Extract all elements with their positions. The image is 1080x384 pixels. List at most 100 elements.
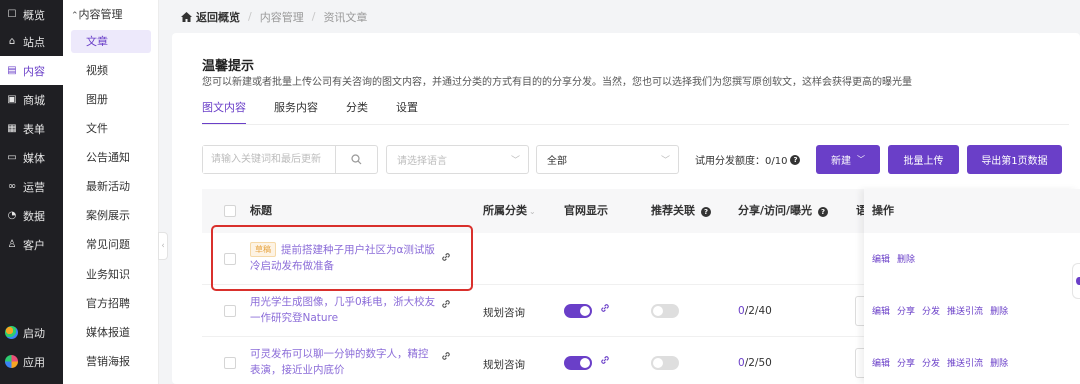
delete-link[interactable]: 删除 bbox=[990, 307, 1008, 317]
nav-item-customer[interactable]: ♙ 客户 bbox=[0, 230, 63, 259]
search-icon bbox=[351, 154, 362, 165]
article-title-link[interactable]: 用光学生成图像，几乎0耗电，浙大校友 一作研究登Nature bbox=[250, 294, 440, 326]
search-input[interactable] bbox=[203, 146, 335, 173]
submenu-item-posters[interactable]: 营销海报 bbox=[71, 350, 151, 373]
status-select[interactable]: 全部 ﹀ bbox=[536, 145, 679, 174]
submenu-item-video[interactable]: 视频 bbox=[71, 59, 151, 82]
col-category[interactable]: 所属分类 ⌄ bbox=[483, 189, 536, 233]
push-traffic-link[interactable]: 推送引流 bbox=[947, 359, 983, 369]
chevron-down-icon: ﹀ bbox=[510, 156, 520, 166]
breadcrumb-item-current: 资讯文章 bbox=[323, 10, 368, 24]
tab-article-content[interactable]: 图文内容 bbox=[202, 99, 246, 125]
site-display-toggle[interactable] bbox=[564, 304, 592, 318]
quota-label: 试用分发额度：0/10 ? bbox=[695, 152, 801, 167]
chevron-down-icon: ﹀ bbox=[660, 156, 670, 166]
col-recommend: 推荐关联? bbox=[651, 189, 711, 233]
home-icon: ⌂ bbox=[8, 36, 16, 47]
nav-item-operations[interactable]: ∞ 运营 bbox=[0, 172, 63, 201]
nav-item-shop[interactable]: ▣ 商城 bbox=[0, 85, 63, 114]
submenu-item-knowledge[interactable]: 业务知识 bbox=[71, 263, 151, 286]
row-checkbox[interactable] bbox=[224, 357, 236, 369]
apps-icon bbox=[5, 355, 18, 368]
chevron-left-icon: ‹ bbox=[161, 241, 165, 251]
nav-item-site[interactable]: ⌂ 站点 bbox=[0, 27, 63, 56]
link-icon: ∞ bbox=[7, 181, 17, 192]
bulk-upload-button[interactable]: 批量上传 bbox=[888, 145, 959, 174]
col-stats: 分享/访问/曝光? bbox=[738, 189, 829, 233]
submenu-item-article[interactable]: 文章 bbox=[71, 30, 151, 53]
nav-item-form[interactable]: ▦ 表单 bbox=[0, 114, 63, 143]
submenu-item-notice[interactable]: 公告通知 bbox=[71, 146, 151, 169]
delete-link[interactable]: 删除 bbox=[990, 359, 1008, 369]
operations-column: 操作 编辑 删除 编辑 分享 分发 推送引流 删除 编辑 分享 分发 推送引流 删除 bbox=[864, 189, 1080, 384]
share-link[interactable]: 分享 bbox=[897, 307, 915, 317]
share-link[interactable]: 分享 bbox=[897, 359, 915, 369]
link-icon[interactable] bbox=[440, 298, 452, 313]
edit-link[interactable]: 编辑 bbox=[872, 255, 890, 265]
tip-title: 温馨提示 bbox=[202, 59, 255, 74]
search-button[interactable] bbox=[335, 146, 377, 173]
breadcrumb-item-content[interactable]: 内容管理 bbox=[260, 9, 304, 25]
main-nav: ☐ 概览 ⌂ 站点 ▤ 内容 ▣ 商城 ▦ 表单 ▭ 媒体 ∞ 运营 ◔ 数据 ♙ 客户 启动 应… bbox=[0, 0, 63, 384]
link-icon[interactable] bbox=[599, 354, 611, 369]
submenu-item-press[interactable]: 媒体报道 bbox=[71, 321, 151, 344]
nav-item-media[interactable]: ▭ 媒体 bbox=[0, 143, 63, 172]
tab-category[interactable]: 分类 bbox=[346, 99, 368, 125]
tab-settings[interactable]: 设置 bbox=[396, 99, 418, 125]
document-icon: ▤ bbox=[7, 65, 17, 76]
breadcrumb-home[interactable]: 返回概览 bbox=[181, 9, 240, 25]
distribute-link[interactable]: 分发 bbox=[922, 359, 940, 369]
help-icon[interactable]: ? bbox=[818, 207, 829, 217]
export-button[interactable]: 导出第1页数据 bbox=[967, 145, 1062, 174]
language-select[interactable]: 请选择语言 ﹀ bbox=[386, 145, 529, 174]
nav-item-launch[interactable]: 启动 bbox=[0, 318, 63, 347]
edit-link[interactable]: 编辑 bbox=[872, 359, 890, 369]
help-icon[interactable]: ? bbox=[790, 154, 801, 165]
content-card: 温馨提示 您可以新建或者批量上传公司有关咨询的图文内容，并通过分类的方式有目的的… bbox=[172, 33, 1080, 384]
submenu-item-faq[interactable]: 常见问题 bbox=[71, 233, 151, 256]
recommend-toggle[interactable] bbox=[651, 304, 679, 318]
row-actions: 编辑 分享 分发 推送引流 删除 bbox=[872, 356, 1015, 369]
link-icon[interactable] bbox=[599, 302, 611, 317]
shop-icon: ▣ bbox=[7, 94, 17, 105]
highlight-annotation bbox=[211, 225, 473, 291]
form-icon: ▦ bbox=[7, 123, 17, 134]
distribute-link[interactable]: 分发 bbox=[922, 307, 940, 317]
side-panel-tab[interactable] bbox=[1072, 263, 1080, 299]
submenu-header[interactable]: ⌃内容管理 bbox=[71, 6, 123, 22]
submenu-item-cases[interactable]: 案例展示 bbox=[71, 204, 151, 227]
delete-link[interactable]: 删除 bbox=[897, 255, 915, 265]
submenu-item-jobs[interactable]: 官方招聘 bbox=[71, 292, 151, 315]
select-all-checkbox[interactable] bbox=[224, 205, 236, 217]
chevron-down-icon: ﹀ bbox=[857, 155, 865, 164]
nav-item-data[interactable]: ◔ 数据 bbox=[0, 201, 63, 230]
help-icon[interactable]: ? bbox=[701, 207, 711, 217]
collapse-sidebar-handle[interactable]: ‹ bbox=[158, 232, 168, 260]
filter-icon: ⌄ bbox=[529, 207, 536, 216]
edit-link[interactable]: 编辑 bbox=[872, 307, 890, 317]
recommend-toggle[interactable] bbox=[651, 356, 679, 370]
stats-cell: 0/2/50 bbox=[738, 357, 772, 369]
chevron-up-icon: ⌃ bbox=[71, 11, 79, 21]
nav-item-apps[interactable]: 应用 bbox=[0, 347, 63, 376]
nav-item-overview[interactable]: ☐ 概览 bbox=[0, 0, 63, 29]
breadcrumb: 返回概览 / 内容管理 / 资讯文章 bbox=[172, 0, 1080, 33]
push-traffic-link[interactable]: 推送引流 bbox=[947, 307, 983, 317]
link-icon[interactable] bbox=[440, 350, 452, 365]
category-cell: 规划咨询 bbox=[483, 307, 525, 319]
tab-service-content[interactable]: 服务内容 bbox=[274, 99, 318, 125]
submenu-item-file[interactable]: 文件 bbox=[71, 117, 151, 140]
submenu-item-events[interactable]: 最新活动 bbox=[71, 175, 151, 198]
col-site-display: 官网显示 bbox=[564, 204, 608, 217]
row-actions: 编辑 删除 bbox=[872, 252, 922, 265]
search-box bbox=[202, 145, 378, 174]
row-checkbox[interactable] bbox=[224, 305, 236, 317]
article-title-link[interactable]: 可灵发布可以聊一分钟的数字人，精控 表演，接近业内底价 bbox=[250, 346, 440, 378]
category-cell: 规划咨询 bbox=[483, 359, 525, 371]
tip-description: 您可以新建或者批量上传公司有关咨询的图文内容，并通过分类的方式有目的的分享分发。… bbox=[202, 77, 912, 88]
nav-item-content[interactable]: ▤ 内容 bbox=[0, 56, 63, 85]
site-display-toggle[interactable] bbox=[564, 356, 592, 370]
create-button[interactable]: 新建 ﹀ bbox=[816, 145, 880, 174]
stats-cell: 0/2/40 bbox=[738, 305, 772, 317]
submenu-item-album[interactable]: 图册 bbox=[71, 88, 151, 111]
